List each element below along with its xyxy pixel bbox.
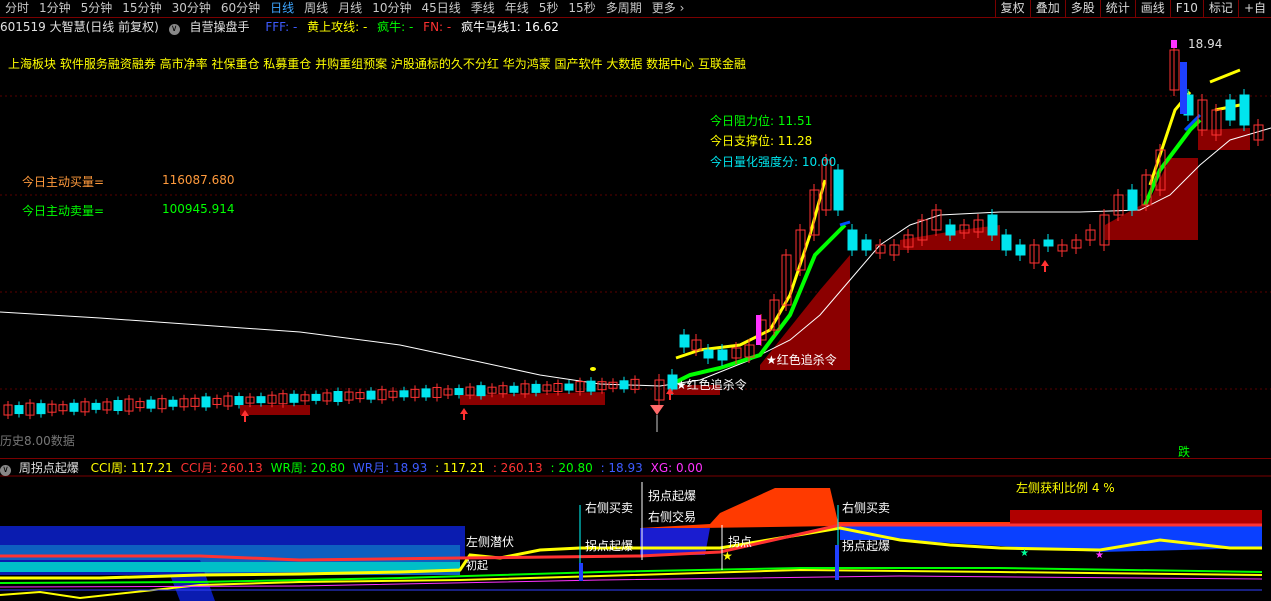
ind-v4: : 18.93 — [600, 461, 643, 475]
cci-month: CCI月: 260.13 — [180, 461, 263, 475]
blue-signal-bar — [835, 545, 839, 580]
cci-week: CCI周: 117.21 — [90, 461, 173, 475]
candle-body — [987, 214, 998, 236]
candle-body — [1225, 99, 1236, 121]
wr-week: WR周: 20.80 — [270, 461, 346, 475]
ma-line — [0, 127, 1271, 387]
candle-body — [14, 405, 24, 415]
candle-body — [421, 388, 431, 398]
candle-body — [833, 169, 844, 211]
star-icon: ★ — [1095, 550, 1104, 561]
candle-body — [531, 383, 541, 393]
support-level: 今日支撑位: 11.28 — [710, 134, 813, 148]
yellow-dot — [590, 367, 596, 371]
candle-body — [564, 383, 574, 391]
support-zone — [1198, 128, 1250, 150]
ind-v1: : 117.21 — [435, 461, 485, 475]
bottom-triangle-icon — [650, 405, 664, 415]
indicator-info-bar: ∨ 周拐点起爆 CCI周: 117.21 CCI月: 260.13 WR周: 2… — [0, 458, 1271, 477]
blue-line — [839, 220, 851, 227]
label-start: 初起 — [466, 559, 488, 572]
candle-body — [256, 396, 266, 404]
sector-tags: 上海板块 软件服务融资融券 高市净率 社保重仓 私募重仓 并购重组预案 沪股通标… — [8, 57, 746, 71]
ind-v2: : 260.13 — [492, 461, 543, 475]
candle-body — [113, 400, 123, 411]
candle-body — [399, 390, 409, 398]
marker-bar — [756, 315, 761, 345]
candle-body — [36, 403, 46, 415]
candle-body — [201, 396, 211, 408]
chevron-down-icon: ∨ — [0, 465, 11, 476]
candle-body — [1001, 234, 1012, 251]
candle-body — [234, 396, 244, 406]
active-sell-label: 今日主动卖量= — [22, 204, 105, 218]
red-up-arrow-icon — [460, 408, 468, 414]
candle-body — [476, 385, 486, 397]
candle-body — [69, 402, 79, 412]
candle-body — [366, 390, 376, 400]
label-profit-ratio: 左侧获利比例 4 % — [1016, 481, 1115, 495]
candle-body — [1015, 244, 1026, 256]
candle-body — [861, 239, 872, 251]
label-right-trade: 右侧交易 — [648, 510, 697, 524]
label-right-buy-1: 右侧买卖 — [585, 501, 634, 515]
indicator-name: 周拐点起爆 — [18, 461, 79, 475]
yellow-attack-line — [1209, 68, 1241, 84]
active-buy-value: 116087.680 — [162, 173, 235, 187]
star-icon: ★ — [1020, 548, 1029, 559]
candle-body — [945, 224, 956, 236]
label-right-buy-2: 右侧买卖 — [842, 501, 891, 515]
candle-body — [146, 399, 156, 409]
signal-red-chase-2: ★红色追杀令 — [766, 353, 837, 367]
candle-body — [1043, 239, 1054, 247]
resistance-level: 今日阻力位: 11.51 — [710, 114, 813, 128]
high-price-label: 18.94 — [1188, 37, 1223, 51]
wr-month: WR月: 18.93 — [352, 461, 428, 475]
blue-region — [640, 528, 710, 555]
blue-signal-bar — [579, 563, 583, 581]
volume-highlight-bar — [1180, 62, 1187, 114]
label-pivot-burst-3: 拐点起爆 — [842, 539, 891, 553]
candle-body — [1239, 94, 1250, 126]
kline-chart[interactable]: ★ ★ ★ — [0, 0, 1271, 601]
star-icon: ★ — [722, 549, 733, 563]
label-pivot-burst-2: 拐点起爆 — [648, 489, 697, 503]
label-pivot: 拐点 — [728, 535, 753, 549]
candle-body — [703, 349, 714, 359]
top-marker — [1171, 40, 1177, 48]
candle-body — [717, 349, 728, 361]
candle-body — [168, 399, 178, 407]
ind-xg: XG: 0.00 — [650, 461, 703, 475]
ind-v3: : 20.80 — [550, 461, 593, 475]
active-buy-label: 今日主动买量= — [22, 175, 105, 189]
candle-body — [679, 334, 690, 348]
cyan-band — [0, 562, 460, 572]
candle-body — [619, 380, 629, 390]
candle-body — [847, 229, 858, 251]
candle-body — [1127, 189, 1138, 211]
active-sell-value: 100945.914 — [162, 202, 235, 216]
strength-score: 今日量化强度分: 10.00 — [710, 155, 837, 169]
indicator-menu[interactable]: ∨ 周拐点起爆 — [0, 461, 83, 476]
candle-body — [509, 385, 519, 393]
signal-red-chase-1: ★红色追杀令 — [676, 378, 747, 392]
candle-body — [586, 380, 596, 392]
red-up-arrow-icon — [1041, 260, 1049, 266]
candle-body — [333, 391, 343, 402]
candle-body — [91, 402, 101, 410]
label-pivot-burst-1: 拐点起爆 — [585, 539, 634, 553]
candle-body — [289, 393, 299, 403]
label-left-lurk: 左侧潜伏 — [466, 535, 515, 549]
history-data-label: 历史8.00数据 — [0, 434, 75, 448]
candle-body — [311, 393, 321, 401]
candle-body — [454, 388, 464, 396]
